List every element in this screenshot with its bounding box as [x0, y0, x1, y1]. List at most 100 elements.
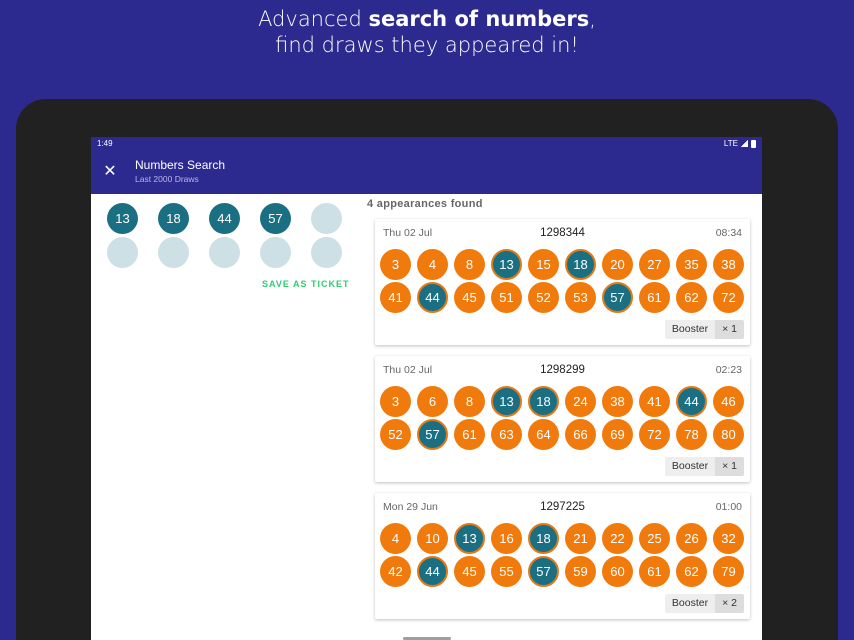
matched-number-ball: 44	[676, 386, 707, 417]
app-screen: 1:49 LTE ✕ Numbers Search Last 2000 Draw…	[91, 137, 762, 640]
number-ball: 51	[491, 282, 522, 313]
number-ball: 8	[454, 386, 485, 417]
number-ball: 64	[528, 419, 559, 450]
number-ball: 27	[639, 249, 670, 280]
promo-prefix: Advanced	[258, 7, 369, 31]
status-bar: 1:49 LTE	[91, 137, 762, 150]
number-ball: 61	[639, 556, 670, 587]
draw-number: 1298344	[540, 227, 585, 239]
results-count: 4 appearances found	[367, 198, 483, 210]
number-ball: 59	[565, 556, 596, 587]
booster-multiplier: × 1	[715, 457, 744, 476]
picked-number-ball[interactable]: 44	[209, 203, 240, 234]
number-ball: 79	[713, 556, 744, 587]
number-ball: 4	[380, 523, 411, 554]
promo-suffix: ,	[589, 7, 596, 31]
empty-number-slot[interactable]	[107, 237, 138, 268]
booster-label: Booster	[664, 320, 716, 339]
matched-number-ball: 18	[565, 249, 596, 280]
draw-header: Thu 02 Jul 1298344 08:34	[383, 227, 742, 241]
empty-number-slot[interactable]	[260, 237, 291, 268]
number-ball: 72	[639, 419, 670, 450]
number-ball: 22	[602, 523, 633, 554]
page-title: Numbers Search	[135, 158, 226, 172]
number-ball: 45	[454, 556, 485, 587]
draw-card[interactable]: Thu 02 Jul 1298299 02:23 3 6 8 13 18 24 38 41 44 46 5…	[375, 356, 750, 482]
picked-numbers-grid: 13 18 44 57	[107, 203, 342, 268]
number-ball: 32	[713, 523, 744, 554]
empty-number-slot[interactable]	[158, 237, 189, 268]
number-ball: 66	[565, 419, 596, 450]
number-ball: 46	[713, 386, 744, 417]
number-ball: 26	[676, 523, 707, 554]
number-ball: 62	[676, 556, 707, 587]
draw-card[interactable]: Mon 29 Jun 1297225 01:00 4 10 13 16 18 21 22 25 26 3…	[375, 493, 750, 619]
picked-number-ball[interactable]: 57	[260, 203, 291, 234]
save-as-ticket-button[interactable]: SAVE AS TICKET	[262, 279, 350, 289]
empty-number-slot[interactable]	[311, 203, 342, 234]
draw-balls: 4 10 13 16 18 21 22 25 26 32 42 44 45 55 57 59 60 61 62 79	[380, 523, 744, 587]
draw-time: 01:00	[715, 501, 742, 513]
signal-icon	[741, 140, 748, 147]
promo-line-2: find draws they appeared in!	[275, 33, 579, 57]
draw-number: 1297225	[540, 501, 585, 513]
status-time: 1:49	[97, 139, 113, 148]
number-ball: 45	[454, 282, 485, 313]
number-ball: 61	[639, 282, 670, 313]
status-icons: LTE	[724, 137, 756, 150]
number-ball: 6	[417, 386, 448, 417]
number-ball: 38	[602, 386, 633, 417]
app-bar-titles: Numbers Search Last 2000 Draws	[135, 158, 225, 186]
draw-header: Mon 29 Jun 1297225 01:00	[383, 501, 742, 515]
number-ball: 53	[565, 282, 596, 313]
number-ball: 41	[380, 282, 411, 313]
matched-number-ball: 18	[528, 386, 559, 417]
number-ball: 62	[676, 282, 707, 313]
booster-badge: Booster × 1	[664, 457, 744, 476]
picked-number-ball[interactable]: 13	[107, 203, 138, 234]
matched-number-ball: 18	[528, 523, 559, 554]
matched-number-ball: 44	[417, 556, 448, 587]
matched-number-ball: 57	[602, 282, 633, 313]
number-ball: 16	[491, 523, 522, 554]
number-ball: 78	[676, 419, 707, 450]
number-ball: 35	[676, 249, 707, 280]
battery-icon	[751, 139, 756, 148]
matched-number-ball: 13	[491, 249, 522, 280]
booster-badge: Booster × 2	[664, 594, 744, 613]
number-ball: 42	[380, 556, 411, 587]
number-ball: 72	[713, 282, 744, 313]
number-ball: 60	[602, 556, 633, 587]
picked-number-ball[interactable]: 18	[158, 203, 189, 234]
matched-number-ball: 57	[417, 419, 448, 450]
number-ball: 3	[380, 249, 411, 280]
draw-number: 1298299	[540, 364, 585, 376]
draw-card[interactable]: Thu 02 Jul 1298344 08:34 3 4 8 13 15 18 20 27 35 38 4…	[375, 219, 750, 345]
number-ball: 20	[602, 249, 633, 280]
number-ball: 69	[602, 419, 633, 450]
matched-number-ball: 44	[417, 282, 448, 313]
page-subtitle: Last 2000 Draws	[135, 174, 199, 184]
number-ball: 38	[713, 249, 744, 280]
app-bar: ✕ Numbers Search Last 2000 Draws	[91, 150, 762, 194]
number-ball: 24	[565, 386, 596, 417]
number-ball: 3	[380, 386, 411, 417]
number-ball: 4	[417, 249, 448, 280]
close-icon[interactable]: ✕	[91, 150, 130, 194]
draw-time: 02:23	[715, 364, 742, 376]
matched-number-ball: 13	[454, 523, 485, 554]
number-ball: 21	[565, 523, 596, 554]
number-ball: 80	[713, 419, 744, 450]
empty-number-slot[interactable]	[311, 237, 342, 268]
number-ball: 52	[528, 282, 559, 313]
draw-time: 08:34	[715, 227, 742, 239]
promo-caption: Advanced search of numbers, find draws t…	[0, 6, 854, 58]
number-ball: 25	[639, 523, 670, 554]
draw-header: Thu 02 Jul 1298299 02:23	[383, 364, 742, 378]
booster-badge: Booster × 1	[664, 320, 744, 339]
number-ball: 41	[639, 386, 670, 417]
booster-label: Booster	[664, 457, 716, 476]
number-ball: 8	[454, 249, 485, 280]
empty-number-slot[interactable]	[209, 237, 240, 268]
number-ball: 15	[528, 249, 559, 280]
